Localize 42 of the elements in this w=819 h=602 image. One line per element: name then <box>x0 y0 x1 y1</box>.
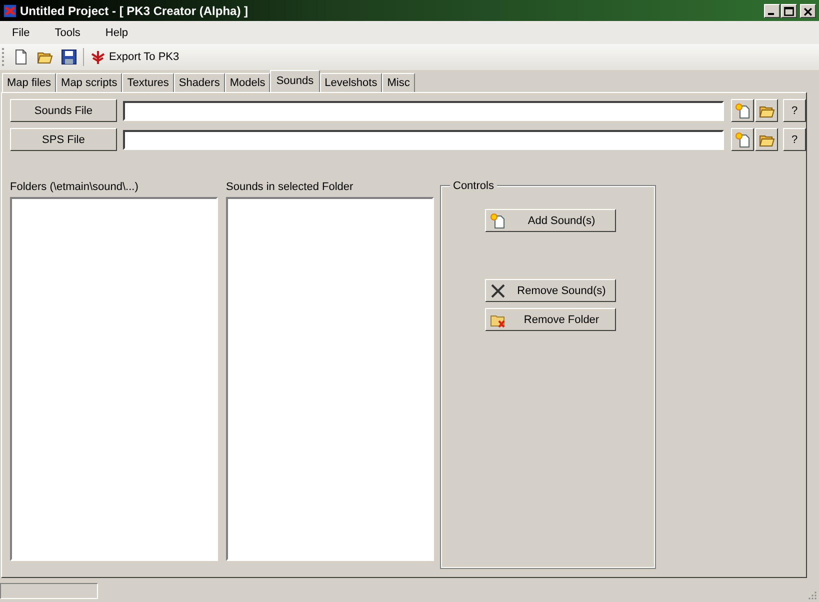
tab[interactable]: Misc <box>382 73 415 92</box>
window-title: Untitled Project - [ PK3 Creator (Alpha) ] <box>20 4 250 18</box>
maximize-button[interactable] <box>781 4 797 18</box>
close-button[interactable] <box>800 4 816 18</box>
tab[interactable]: Map files <box>2 73 56 92</box>
floppy-disk-button[interactable] <box>59 47 79 67</box>
menu-item[interactable]: Help <box>97 26 136 38</box>
new-file-button[interactable] <box>731 99 754 122</box>
tab[interactable]: Textures <box>122 73 174 92</box>
menu-item[interactable]: File <box>4 26 38 38</box>
file-path-field[interactable] <box>122 100 724 120</box>
action-button[interactable]: Remove Sound(s) <box>485 279 616 302</box>
tab[interactable]: Sounds <box>270 70 320 92</box>
list-label: Folders (\etmain\sound\...) <box>10 180 140 194</box>
tab[interactable]: Map scripts <box>56 73 122 92</box>
minimize-icon <box>768 13 774 15</box>
open-folder-button[interactable] <box>755 99 778 122</box>
export-button[interactable]: Export To PK3 <box>88 47 182 67</box>
toolbar-grip <box>2 48 7 66</box>
group-title: Controls <box>450 180 497 192</box>
help-button[interactable]: ? <box>783 128 806 151</box>
file-button[interactable]: Sounds File <box>10 99 117 122</box>
help-button[interactable]: ? <box>783 99 806 122</box>
app-icon <box>3 4 17 18</box>
new-file-icon <box>13 49 29 65</box>
cross-icon <box>490 282 506 298</box>
file-path-field[interactable] <box>122 130 724 150</box>
file-button[interactable]: SPS File <box>10 128 117 151</box>
emblem-icon <box>90 49 106 65</box>
minimize-button[interactable] <box>764 4 780 18</box>
new-file-icon <box>490 212 506 228</box>
action-button[interactable]: Remove Folder <box>485 308 616 331</box>
menu-item[interactable]: Tools <box>46 26 88 38</box>
open-folder-button[interactable] <box>755 128 778 151</box>
new-file-button[interactable] <box>731 128 754 151</box>
new-file-icon <box>734 102 751 118</box>
tab[interactable]: Shaders <box>174 73 225 92</box>
action-button[interactable]: Add Sound(s) <box>485 209 616 232</box>
list-label: Sounds in selected Folder <box>226 180 354 194</box>
new-file-icon <box>734 132 751 148</box>
maximize-icon <box>782 4 796 16</box>
tab[interactable]: Levelshots <box>320 73 382 92</box>
